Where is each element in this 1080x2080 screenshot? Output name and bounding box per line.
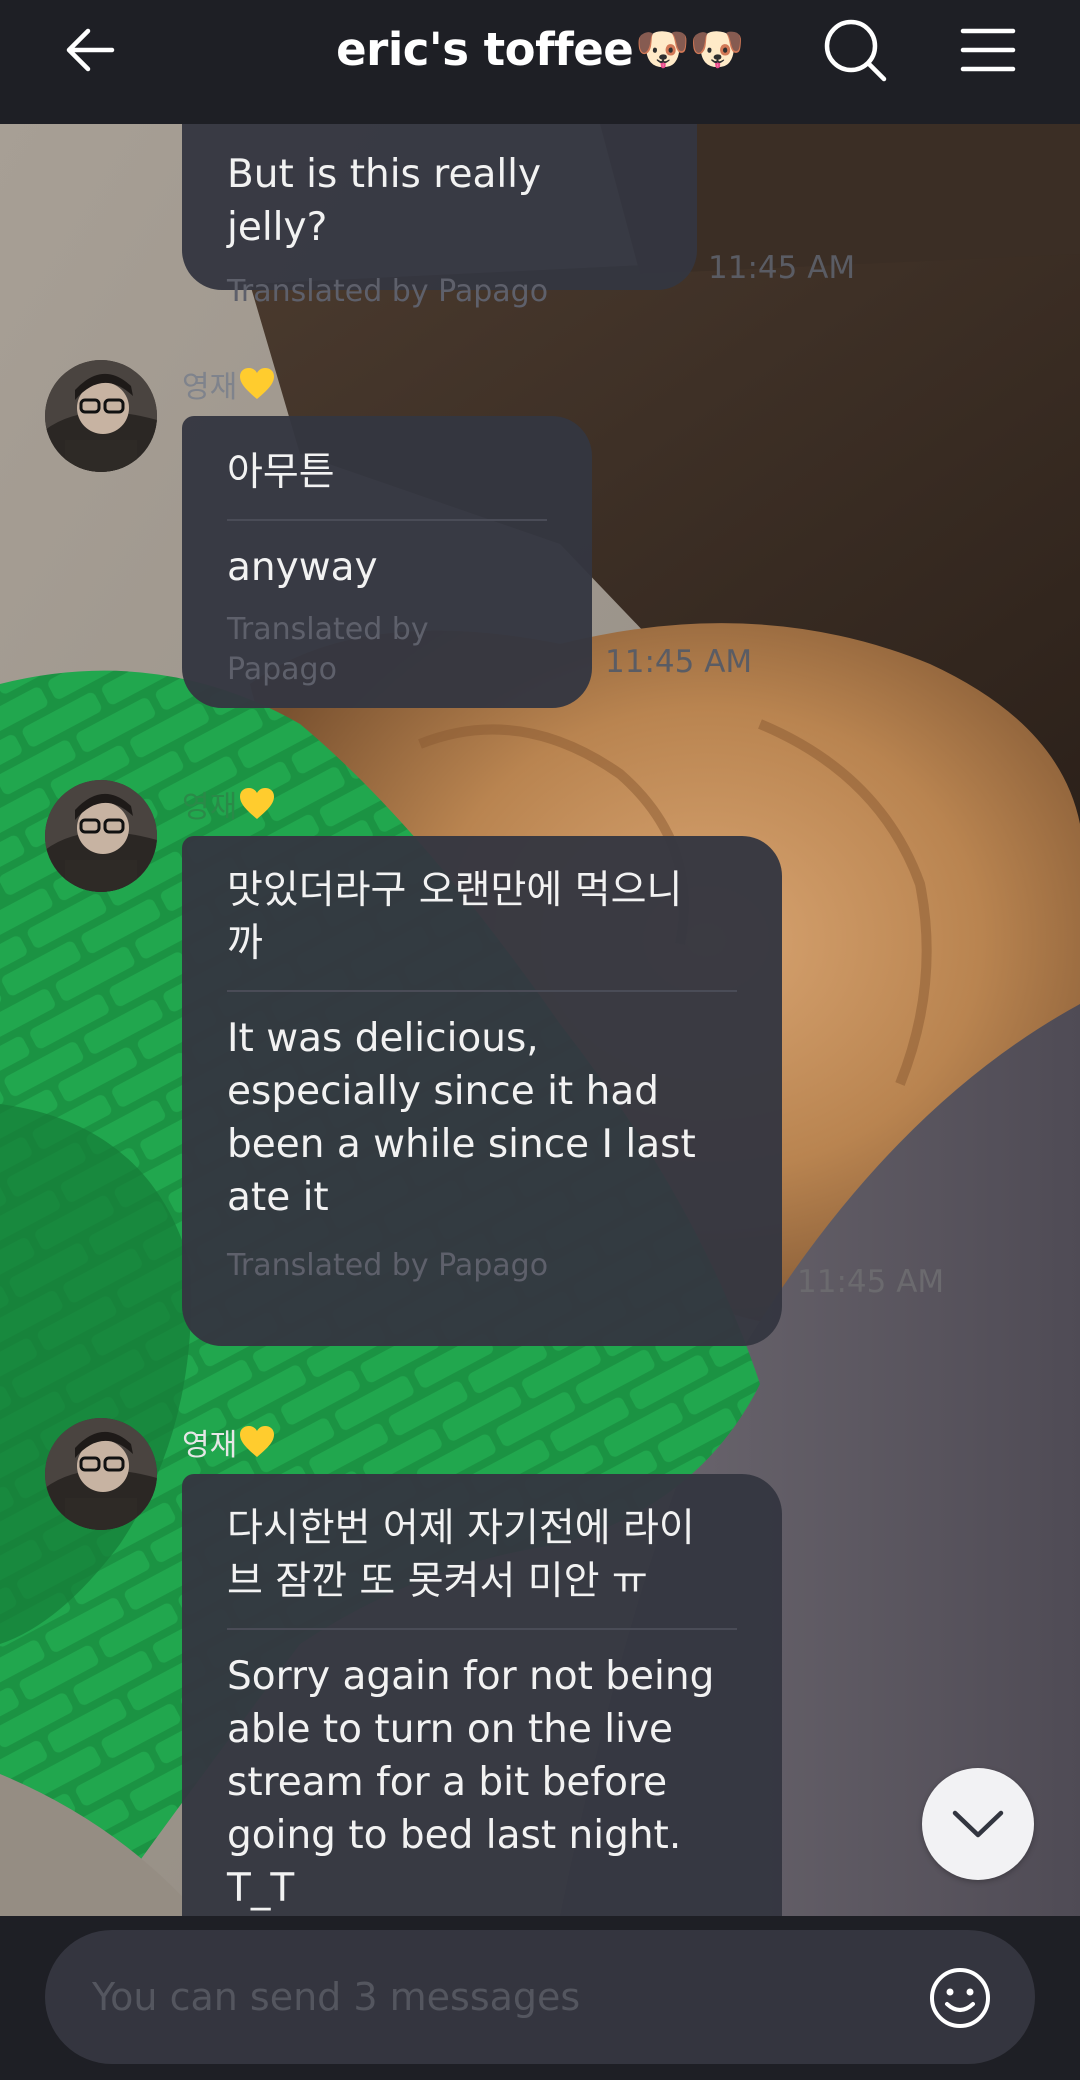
message-bubble[interactable]: 아무튼 anyway Translated by Papago	[182, 416, 592, 708]
chat-title-text: eric's toffee	[336, 22, 634, 76]
chat-title: eric's toffee 🐶🐶	[200, 14, 880, 84]
sender-name: 영재	[182, 1420, 275, 1464]
message-translation-text: Sorry again for not being able to turn o…	[227, 1654, 715, 1911]
scroll-to-bottom-button[interactable]	[922, 1768, 1034, 1880]
yellow-heart-icon	[240, 368, 275, 399]
chat-screen: eric's toffee 🐶🐶 But is this really jell…	[0, 0, 1080, 2080]
composer-bar	[0, 1916, 1080, 2080]
back-arrow-icon	[66, 28, 115, 72]
message-translation-text: It was delicious, especially since it ha…	[227, 1016, 696, 1220]
sender-name-text: 영재	[182, 370, 238, 405]
smiley-icon	[930, 1968, 990, 2028]
back-button[interactable]	[40, 0, 140, 100]
message-original-text: But is this really jelly?	[227, 152, 542, 250]
translation-divider	[227, 1628, 737, 1630]
sender-name: 영재	[182, 362, 275, 406]
chat-header: eric's toffee 🐶🐶	[0, 0, 1080, 124]
chat-message-list[interactable]: But is this really jelly? Translated by …	[0, 124, 1080, 1916]
message-original-text: 아무튼	[227, 450, 335, 495]
dog-emoji-icon: 🐶🐶	[635, 24, 744, 75]
avatar-photo	[45, 360, 157, 472]
translation-divider	[227, 990, 737, 992]
avatar[interactable]	[45, 360, 157, 472]
message-timestamp: 11:45 AM	[797, 1264, 945, 1300]
avatar-photo	[45, 780, 157, 892]
message-original-text: 맛있더라구 오랜만에 먹으니 까	[227, 868, 683, 966]
avatar-photo	[45, 1418, 157, 1530]
translated-by-label: Translated by Papago	[227, 1248, 549, 1283]
sender-name-text: 영재	[182, 790, 238, 825]
message-bubble[interactable]: 맛있더라구 오랜만에 먹으니 까 It was delicious, espec…	[182, 836, 782, 1346]
message-timestamp: 11:45 AM	[605, 644, 753, 680]
translation-divider	[227, 519, 547, 521]
menu-button[interactable]	[938, 0, 1038, 100]
sender-name: 영재	[182, 782, 275, 826]
translated-by-label: Translated by Papago	[227, 612, 429, 687]
menu-icon	[960, 28, 1016, 72]
message-composer	[45, 1930, 1035, 2064]
message-translation-text: anyway	[227, 545, 378, 590]
sender-name-text: 영재	[182, 1428, 238, 1463]
search-button[interactable]	[805, 0, 905, 100]
message-bubble[interactable]: But is this really jelly? Translated by …	[182, 124, 697, 309]
message-input[interactable]	[90, 1956, 914, 2038]
message-timestamp: 11:45 AM	[708, 250, 856, 286]
message-bubble[interactable]: 다시한번 어제 자기전에 라이 브 잠깐 또 못켜서 미안 ㅠ Sorry ag…	[182, 1474, 782, 1916]
avatar[interactable]	[45, 1418, 157, 1530]
emoji-button[interactable]	[920, 1958, 1000, 2038]
yellow-heart-icon	[240, 1426, 275, 1457]
message-original-text: 다시한번 어제 자기전에 라이 브 잠깐 또 못켜서 미안 ㅠ	[227, 1506, 695, 1604]
translated-by-label: Translated by Papago	[227, 274, 549, 309]
avatar[interactable]	[45, 780, 157, 892]
yellow-heart-icon	[240, 788, 275, 819]
search-icon	[824, 19, 887, 82]
chevron-down-icon	[952, 1810, 1004, 1838]
